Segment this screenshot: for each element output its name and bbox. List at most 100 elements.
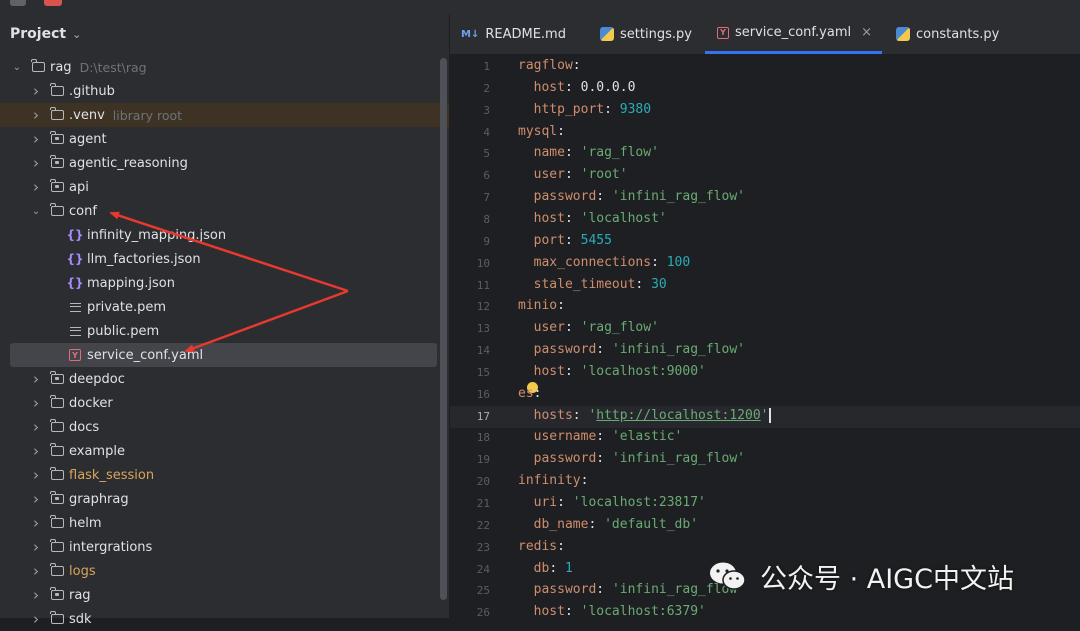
chevron-right-icon[interactable]: › (29, 130, 43, 148)
pem-icon (67, 300, 83, 314)
code-token: : (564, 232, 581, 248)
code-token: 'infini_rag_flow' (611, 451, 745, 467)
chevron-down-icon[interactable]: ⌄ (72, 28, 81, 41)
tree-row[interactable]: ⌄ rag D:\test\rag (0, 55, 449, 79)
chevron-right-icon[interactable]: › (29, 418, 43, 436)
chevron-right-icon[interactable]: › (29, 610, 43, 628)
tab-label: README.md (485, 26, 566, 42)
tree-item-label: llm_factories.json (87, 251, 201, 267)
chevron-right-icon[interactable]: › (29, 106, 43, 124)
code-token: infinity (518, 473, 581, 489)
project-panel-header[interactable]: Project ⌄ (0, 14, 449, 54)
wechat-logo-icon (710, 562, 746, 590)
chevron-right-icon[interactable]: › (29, 466, 43, 484)
code-token: 'localhost' (580, 210, 667, 226)
code-token: : (564, 604, 581, 620)
menu-icon[interactable] (10, 0, 26, 6)
chevron-down-icon[interactable]: ⌄ (29, 206, 43, 217)
tree-item-label: private.pem (87, 299, 167, 315)
tree-row[interactable]: {} infinity_mapping.json (0, 223, 449, 247)
code-token: : (572, 407, 589, 423)
chevron-right-icon[interactable]: › (29, 394, 43, 412)
tree-row[interactable]: private.pem (0, 295, 449, 319)
tree-row[interactable]: › rag (0, 583, 449, 607)
tab-README-md[interactable]: M↓ README.md (461, 14, 566, 54)
code-token: 'infini_rag_flow' (611, 342, 745, 358)
code-token: : (557, 123, 565, 139)
code-line: host: 'localhost:9000' (518, 364, 706, 379)
code-token: 'localhost:6379' (580, 604, 706, 620)
tree-row[interactable]: › deepdoc (0, 367, 449, 391)
chevron-right-icon[interactable]: › (29, 442, 43, 460)
tree-row[interactable]: › .venv library root (0, 103, 449, 127)
tree-row[interactable]: public.pem (0, 319, 449, 343)
tree-item-label: logs (69, 563, 96, 579)
tab-constants-py[interactable]: constants.py (896, 14, 999, 54)
tree-row[interactable]: › intergrations (0, 535, 449, 559)
tree-item-label: docker (69, 395, 113, 411)
tree-row[interactable]: › .github (0, 79, 449, 103)
code-token: redis (518, 538, 558, 554)
code-token: : (557, 298, 565, 314)
code-token: : (572, 58, 581, 73)
tree-row[interactable]: › docs (0, 415, 449, 439)
code-token: : (557, 538, 565, 554)
tree-item-label: api (69, 179, 89, 195)
close-icon[interactable]: × (861, 25, 872, 40)
watermark-text: 公众号 · AIGC中文站 (760, 563, 1014, 595)
chevron-right-icon[interactable]: › (29, 562, 43, 580)
code-token: 'rag_flow' (580, 320, 659, 336)
chevron-right-icon[interactable]: › (29, 514, 43, 532)
code-token: : (635, 276, 652, 292)
chevron-right-icon[interactable]: › (29, 586, 43, 604)
tree-row[interactable]: ⌄ conf (0, 199, 449, 223)
chevron-right-icon[interactable]: › (29, 154, 43, 172)
json-icon: {} (66, 228, 84, 242)
project-badge-icon[interactable] (44, 0, 62, 6)
chevron-right-icon[interactable]: › (29, 538, 43, 556)
chevron-down-icon[interactable]: ⌄ (10, 62, 24, 73)
tree-row[interactable]: › api (0, 175, 449, 199)
line-number: 7 (483, 191, 490, 205)
project-scrollbar[interactable] (440, 58, 447, 600)
tree-row[interactable]: › agentic_reasoning (0, 151, 449, 175)
tree-row[interactable]: › example (0, 439, 449, 463)
tree-row[interactable]: › graphrag (0, 487, 449, 511)
tree-row[interactable]: › logs (0, 559, 449, 583)
chevron-right-icon[interactable]: › (29, 490, 43, 508)
chevron-right-icon[interactable]: › (29, 370, 43, 388)
tree-row[interactable]: › sdk (0, 607, 449, 631)
tree-row[interactable]: {} llm_factories.json (0, 247, 449, 271)
line-number: 10 (476, 256, 490, 270)
package-icon (49, 587, 65, 602)
line-number: 8 (483, 212, 490, 226)
tree-row[interactable]: {} mapping.json (0, 271, 449, 295)
code-token: : (564, 167, 581, 183)
tab-settings-py[interactable]: settings.py (600, 14, 692, 54)
code-token: host (533, 79, 565, 95)
chevron-right-icon[interactable]: › (29, 82, 43, 100)
code-token: uri (533, 495, 558, 510)
code-token: 30 (651, 276, 667, 292)
chevron-right-icon[interactable]: › (29, 178, 43, 196)
tree-row[interactable]: › helm (0, 511, 449, 535)
tree-row[interactable]: › docker (0, 391, 449, 415)
tree-row[interactable]: › flask_session (0, 463, 449, 487)
folder-icon (49, 515, 65, 530)
code-token: password (533, 582, 597, 598)
tree-item-label: deepdoc (69, 371, 125, 387)
tab-service_conf-yaml[interactable]: Yservice_conf.yaml × (705, 14, 883, 54)
code-token: : (596, 429, 612, 445)
code-token: host (533, 210, 565, 226)
tree-item-label: graphrag (69, 491, 129, 507)
tree-row[interactable]: › agent (0, 127, 449, 151)
line-number: 5 (483, 147, 490, 161)
code-editor[interactable]: 1 ragflow: 2 host: 0.0.0.0 3 http_port: 938… (450, 55, 1080, 620)
tree-row[interactable]: Yservice_conf.yaml (10, 343, 437, 367)
json-icon: {} (66, 252, 84, 266)
code-token: host (533, 363, 565, 379)
